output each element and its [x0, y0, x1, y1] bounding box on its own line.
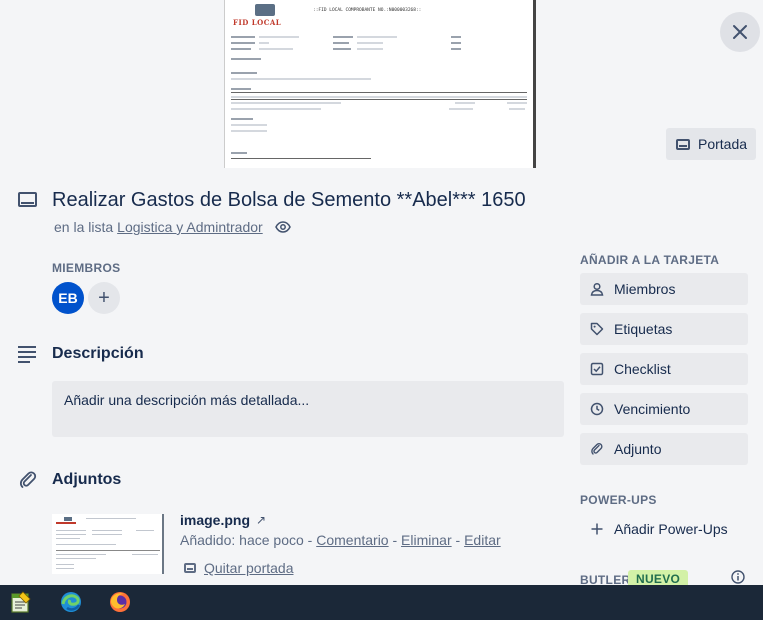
delete-link[interactable]: Eliminar: [401, 532, 452, 548]
avatar[interactable]: EB: [52, 282, 84, 314]
attachments-title: Adjuntos: [52, 471, 122, 488]
cover-button-label: Portada: [698, 136, 748, 152]
sidebar-due-date-button[interactable]: Vencimiento: [580, 393, 748, 425]
paperclip-icon: [19, 471, 37, 488]
remove-cover-link[interactable]: Quitar portada: [184, 560, 294, 576]
taskbar: [0, 585, 763, 620]
open-external-icon[interactable]: ↗: [256, 513, 266, 527]
paperclip-icon: [591, 442, 603, 455]
info-icon[interactable]: [731, 570, 745, 584]
attachment-name[interactable]: image.png: [180, 512, 250, 528]
powerups-label: POWER-UPS: [580, 493, 657, 507]
close-button[interactable]: [720, 12, 760, 52]
add-member-button[interactable]: +: [88, 282, 120, 314]
description-icon: [18, 346, 36, 366]
attachment-added: Añadido: hace poco: [180, 532, 304, 548]
cover-image[interactable]: FID LOCAL ::FID LOCAL COMPROBANTE NO.:N0…: [224, 0, 536, 168]
sidebar-members-button[interactable]: Miembros: [580, 273, 748, 305]
description-title: Descripción: [52, 345, 144, 362]
card-icon: [676, 138, 690, 150]
document-logo: FID LOCAL: [231, 2, 291, 28]
tag-icon: [590, 322, 604, 336]
close-icon: [733, 25, 747, 39]
sidebar-attachment-button[interactable]: Adjunto: [580, 433, 748, 465]
list-info: en la lista Logistica y Admintrador: [54, 219, 291, 235]
description-input[interactable]: Añadir una descripción más detallada...: [52, 381, 564, 437]
remove-cover-label: Quitar portada: [204, 560, 294, 576]
clock-icon: [590, 402, 604, 416]
eye-icon[interactable]: [274, 219, 291, 235]
plus-icon: [591, 523, 603, 535]
card-cover: FID LOCAL ::FID LOCAL COMPROBANTE NO.:N0…: [0, 0, 763, 168]
person-icon: [590, 282, 604, 296]
list-prefix: en la lista: [54, 219, 114, 235]
attachment-thumbnail[interactable]: [52, 514, 164, 574]
card-icon: [184, 563, 196, 573]
cover-button[interactable]: Portada: [666, 128, 756, 160]
add-powerups-button[interactable]: Añadir Power-Ups: [580, 513, 748, 545]
card-title[interactable]: Realizar Gastos de Bolsa de Semento **Ab…: [52, 189, 526, 212]
notepad-icon[interactable]: [8, 589, 34, 615]
sidebar-checklist-button[interactable]: Checklist: [580, 353, 748, 385]
card-title-icon: [18, 192, 37, 212]
edge-icon[interactable]: [58, 589, 84, 615]
members-label: MIEMBROS: [52, 261, 121, 275]
edit-link[interactable]: Editar: [464, 532, 501, 548]
firefox-icon[interactable]: [107, 589, 133, 615]
sidebar-labels-button[interactable]: Etiquetas: [580, 313, 748, 345]
document-header: ::FID LOCAL COMPROBANTE NO.:N000003268::: [313, 8, 422, 13]
list-link[interactable]: Logistica y Admintrador: [117, 219, 263, 235]
attachment-meta: Añadido: hace poco - Comentario - Elimin…: [180, 532, 501, 548]
comment-link[interactable]: Comentario: [316, 532, 388, 548]
add-to-card-label: AÑADIR A LA TARJETA: [580, 253, 720, 267]
checkbox-icon: [590, 362, 604, 376]
